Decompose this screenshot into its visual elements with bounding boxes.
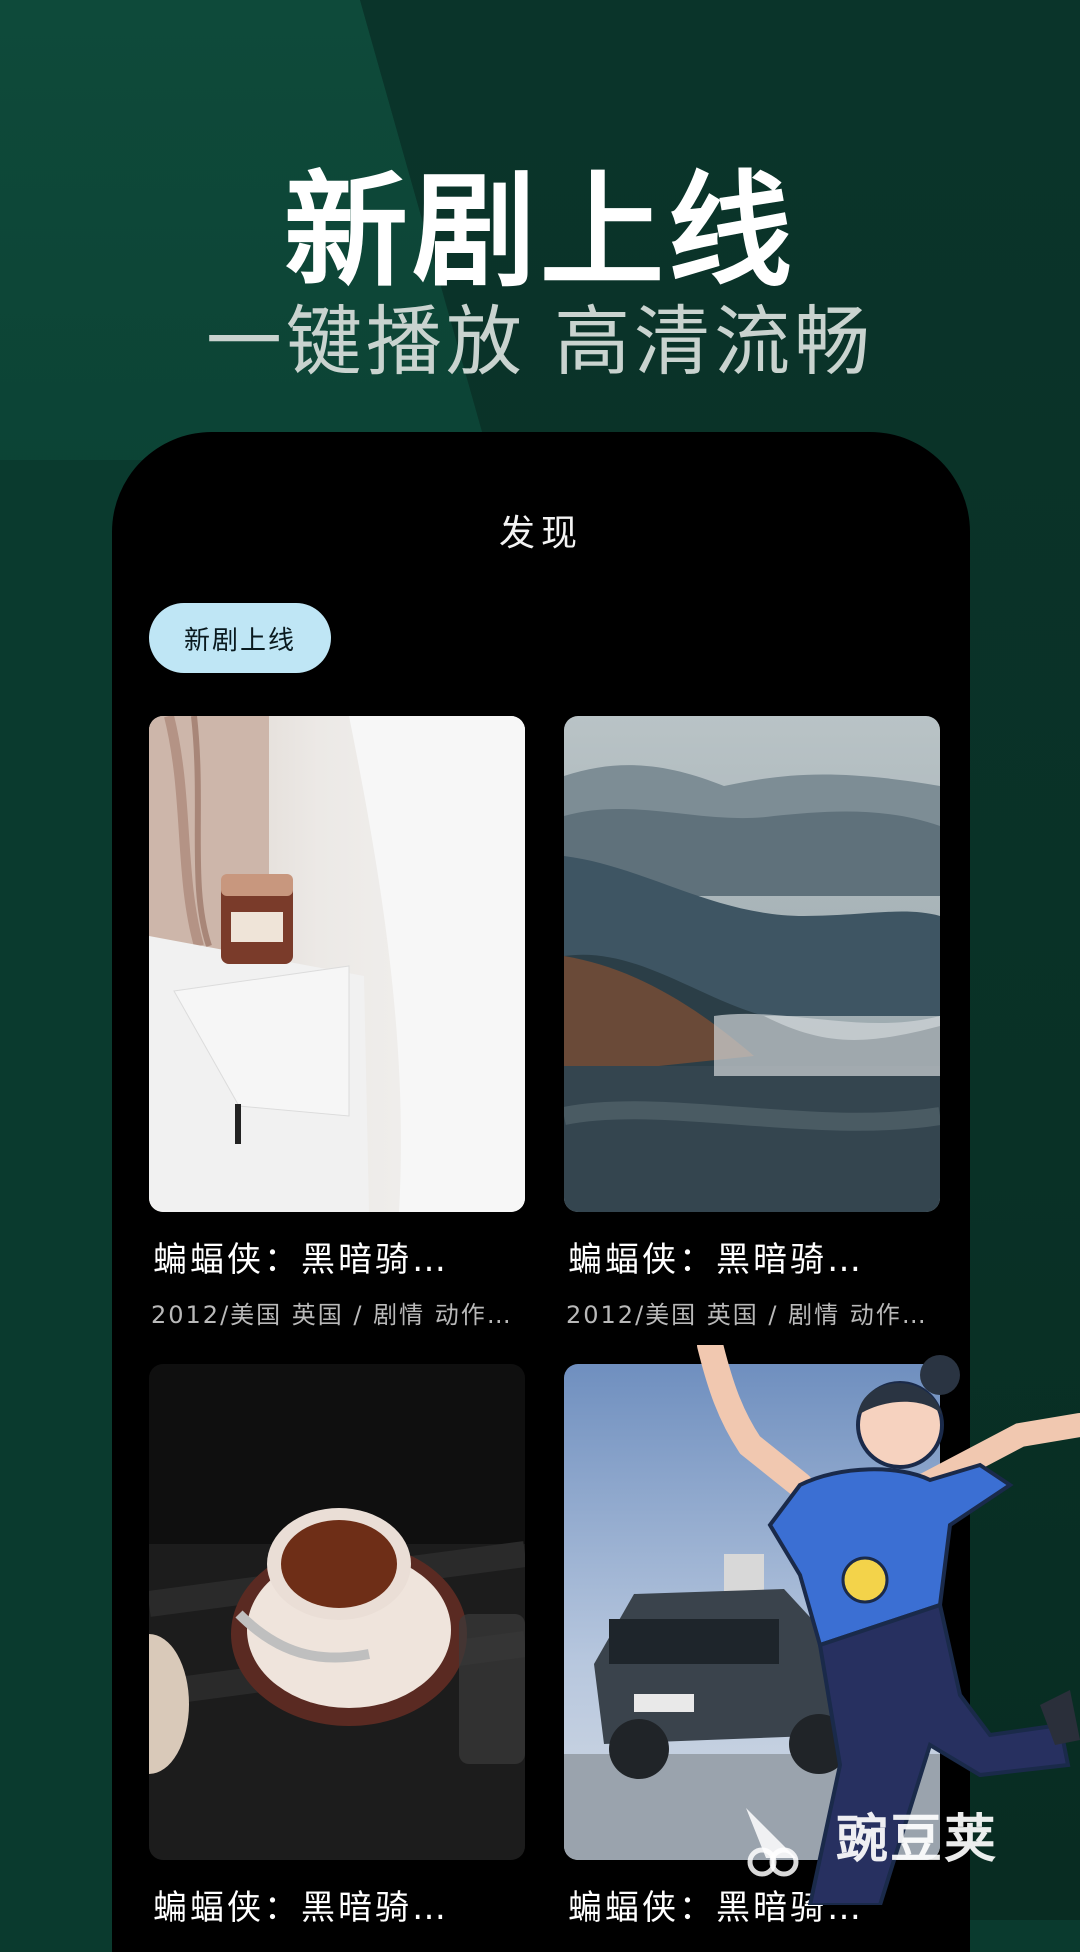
show-meta: 2012/美国 英国 / 剧情 动作… (566, 1301, 928, 1329)
poster-candle-journal (149, 716, 525, 1212)
show-card[interactable]: 蝙蝠侠：黑暗骑… 2012/美国 英国 / 剧情 动作… (564, 716, 940, 1330)
show-title: 蝙蝠侠：黑暗骑… (568, 1240, 864, 1280)
watermark-logo: 豌豆荚 (736, 1788, 998, 1880)
show-meta: 2012/美国 英国 / 剧情 动作… (151, 1301, 513, 1329)
promo-subline: 一键播放 高清流畅 (205, 297, 875, 386)
show-card[interactable]: 蝙蝠侠：黑暗骑… (149, 1364, 525, 1929)
poster-misty-mountains (564, 716, 940, 1212)
show-card[interactable]: 蝙蝠侠：黑暗骑… 2012/美国 英国 / 剧情 动作… (149, 716, 525, 1330)
show-title: 蝙蝠侠：黑暗骑… (153, 1240, 449, 1280)
wandoujia-logo-icon (746, 1808, 799, 1877)
new-shows-tab-chip[interactable]: 新剧上线 (149, 603, 331, 673)
watermark-text: 豌豆荚 (836, 1809, 999, 1870)
show-title: 蝙蝠侠：黑暗骑… (153, 1888, 449, 1928)
page-title: 发现 (498, 513, 583, 554)
poster-tea-cup (149, 1364, 525, 1860)
